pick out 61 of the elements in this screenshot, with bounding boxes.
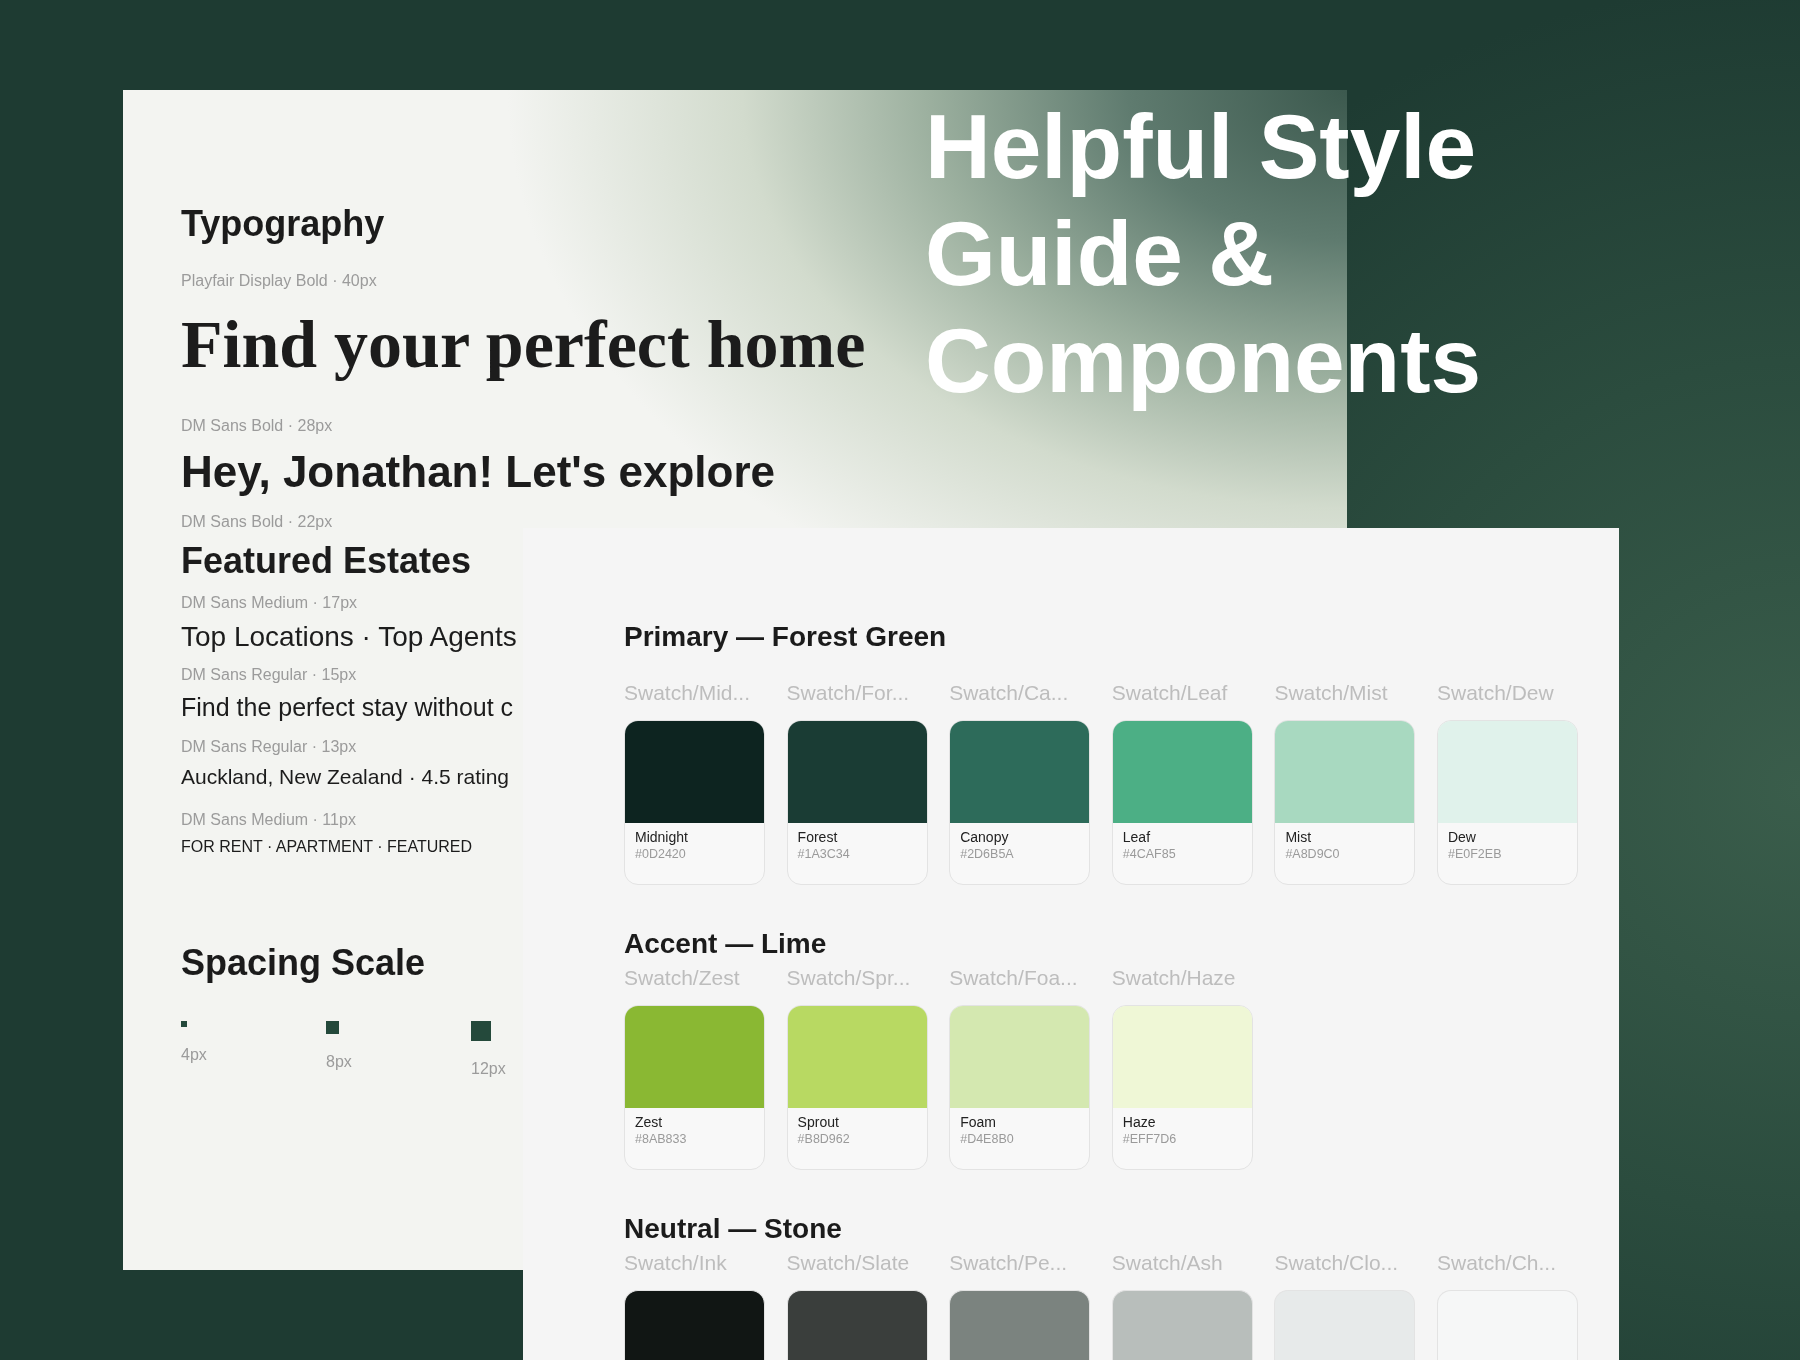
section-heading: Spacing Scale xyxy=(181,942,426,984)
hex-code: #B8D962 xyxy=(796,1131,851,1148)
layer-label: Swatch/Mid... xyxy=(624,680,751,706)
spacing-label: 4px xyxy=(181,1045,207,1065)
hex-code: #A8D9C0 xyxy=(1284,846,1341,863)
layer-label: Swatch/Ash xyxy=(1111,1250,1223,1276)
layer-label: Swatch/Slate xyxy=(786,1250,910,1276)
layer-label: Swatch/Foa... xyxy=(949,965,1078,991)
type-sample: Find the perfect stay without c xyxy=(181,692,514,722)
hex-code: #1A3C34 xyxy=(796,846,851,863)
type-sample: Featured Estates xyxy=(181,541,472,581)
spacing-label: 12px xyxy=(471,1059,506,1079)
hex-code: #2D6B5A xyxy=(959,846,1015,863)
section-heading: Accent — Lime xyxy=(624,927,827,961)
square-icon xyxy=(471,1021,491,1041)
swatch-name: Zest xyxy=(634,1113,664,1131)
type-sample: Auckland, New Zealand · 4.5 rating xyxy=(181,764,509,790)
square-icon xyxy=(326,1021,339,1034)
swatch-name: Foam xyxy=(959,1113,997,1131)
swatch-name: Leaf xyxy=(1121,828,1152,846)
section-heading: Neutral — Stone xyxy=(624,1212,842,1246)
type-sample: Hey, Jonathan! Let's explore xyxy=(181,447,776,497)
layer-label: Swatch/Leaf xyxy=(1111,680,1228,706)
font-spec-label: DM Sans Medium · 17px xyxy=(181,593,358,613)
layer-label: Swatch/Ch... xyxy=(1436,1250,1557,1276)
layer-label: Swatch/Ca... xyxy=(949,680,1069,706)
layer-label: Swatch/Pe... xyxy=(949,1250,1068,1276)
swatch-name: Mist xyxy=(1284,828,1313,846)
hex-code: #0D2420 xyxy=(634,846,687,863)
spacing-label: 8px xyxy=(326,1052,352,1072)
type-sample: Find your perfect home xyxy=(181,306,866,382)
section-heading: Primary — Forest Green xyxy=(624,620,947,654)
swatch-name: Dew xyxy=(1446,828,1477,846)
layer-label: Swatch/Mist xyxy=(1274,680,1388,706)
layer-label: Swatch/Clo... xyxy=(1274,1250,1399,1276)
font-spec-label: DM Sans Regular · 13px xyxy=(181,737,357,757)
font-spec-label: DM Sans Bold · 22px xyxy=(181,512,333,532)
section-heading: Typography xyxy=(181,203,385,245)
type-sample: FOR RENT · APARTMENT · FEATURED xyxy=(181,837,472,857)
type-sample: Top Locations · Top Agents xyxy=(181,621,517,653)
layer-label: Swatch/Dew xyxy=(1436,680,1554,706)
font-spec-label: Playfair Display Bold · 40px xyxy=(181,271,377,291)
layer-label: Swatch/Spr... xyxy=(786,965,911,991)
swatch-name: Midnight xyxy=(634,828,689,846)
swatch-name: Forest xyxy=(796,828,839,846)
font-spec-label: DM Sans Medium · 11px xyxy=(181,810,356,830)
square-icon xyxy=(181,1021,187,1027)
layer-label: Swatch/Ink xyxy=(624,1250,727,1276)
hex-code: #4CAF85 xyxy=(1121,846,1177,863)
hex-code: #EFF7D6 xyxy=(1121,1131,1178,1148)
hex-code: #D4E8B0 xyxy=(959,1131,1015,1148)
swatch-name: Haze xyxy=(1121,1113,1157,1131)
swatch-name: Sprout xyxy=(796,1113,840,1131)
layer-label: Swatch/Zest xyxy=(624,965,740,991)
font-spec-label: DM Sans Bold · 28px xyxy=(181,416,333,436)
layer-label: Swatch/For... xyxy=(786,680,910,706)
font-spec-label: DM Sans Regular · 15px xyxy=(181,665,357,685)
hex-code: #E0F2EB xyxy=(1446,846,1503,863)
layer-label: Swatch/Haze xyxy=(1111,965,1236,991)
hex-code: #8AB833 xyxy=(634,1131,688,1148)
swatch-name: Canopy xyxy=(959,828,1010,846)
